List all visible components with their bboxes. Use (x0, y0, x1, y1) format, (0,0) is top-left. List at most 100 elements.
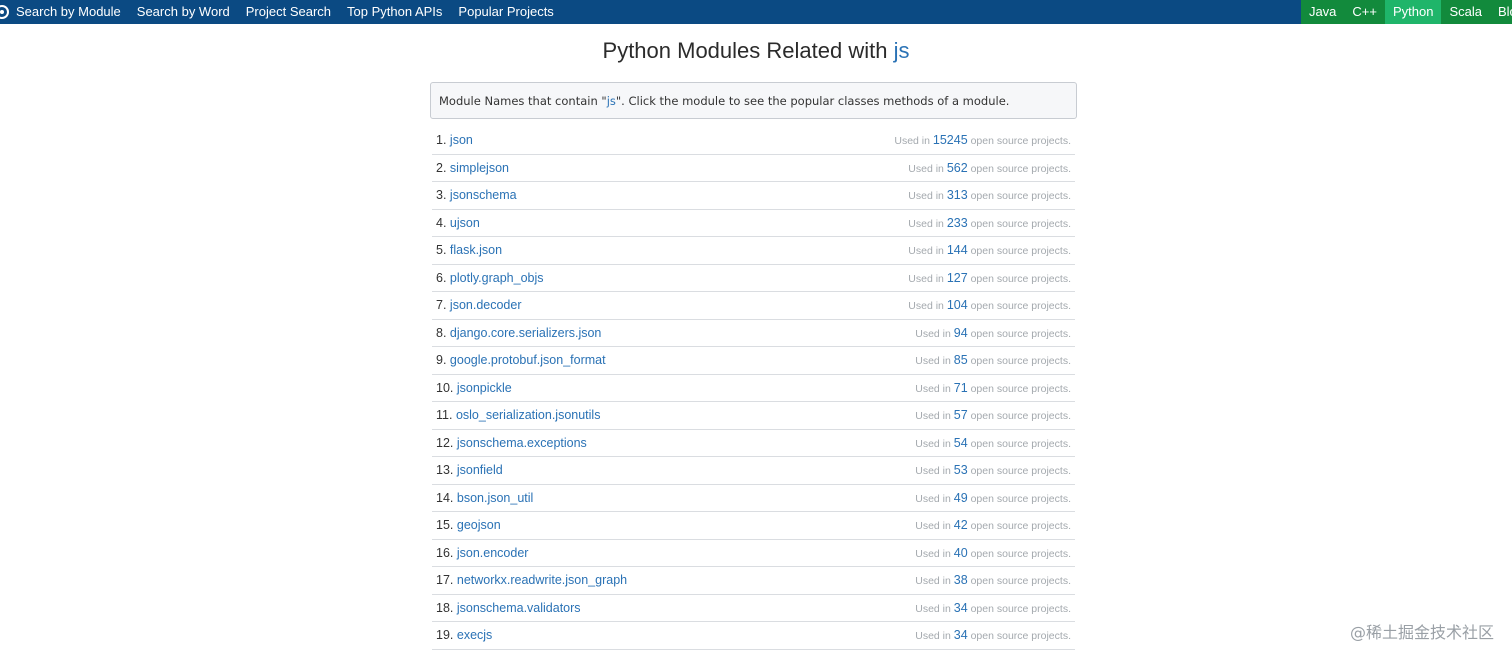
module-row: 4. ujson Used in 233 open source projects… (432, 210, 1075, 237)
usage-prefix: Used in (908, 162, 944, 175)
usage-suffix: open source projects. (970, 190, 1071, 203)
module-rank: 18. (436, 600, 454, 615)
usage-count-link[interactable]: 49 (954, 491, 968, 505)
module-link[interactable]: jsonfield (457, 463, 503, 477)
module-link[interactable]: oslo_serialization.jsonutils (456, 408, 601, 422)
usage-info: Used in 233 open source projects. (908, 216, 1071, 230)
nav-left: Search by Module Search by Word Project … (0, 0, 564, 24)
usage-count-link[interactable]: 57 (954, 408, 968, 422)
module-rank: 9. (436, 353, 447, 368)
usage-count-link[interactable]: 85 (954, 353, 968, 367)
module-row: 13. jsonfield Used in 53 open source proj… (432, 457, 1075, 485)
usage-count-link[interactable]: 144 (947, 243, 968, 257)
usage-info: Used in 313 open source projects. (908, 188, 1071, 202)
module-row: 14. bson.json_util Used in 49 open source… (432, 485, 1075, 512)
usage-info: Used in 42 open source projects. (915, 518, 1071, 532)
module-row-left: 19. execjs (436, 628, 492, 642)
gear-logo-icon[interactable] (0, 0, 10, 24)
usage-info: Used in 34 open source projects. (915, 601, 1071, 615)
usage-suffix: open source projects. (970, 300, 1071, 313)
module-row: 17. networkx.readwrite.json_graph Used in… (432, 567, 1075, 595)
nav-top-python-apis[interactable]: Top Python APIs (347, 0, 442, 24)
usage-prefix: Used in (915, 327, 951, 340)
lang-tab-cpp[interactable]: C++ (1344, 0, 1385, 24)
usage-info: Used in 71 open source projects. (915, 381, 1071, 395)
usage-prefix: Used in (908, 272, 944, 285)
usage-count-link[interactable]: 313 (947, 188, 968, 202)
usage-count-link[interactable]: 233 (947, 216, 968, 230)
nav-search-by-module[interactable]: Search by Module (16, 0, 121, 24)
module-link[interactable]: json.decoder (450, 298, 522, 312)
watermark: @稀土掘金技术社区 (1349, 623, 1494, 642)
module-link[interactable]: execjs (457, 628, 492, 642)
module-link[interactable]: json (450, 133, 473, 147)
module-row: 10. jsonpickle Used in 71 open source pro… (432, 375, 1075, 402)
lang-tab-scala[interactable]: Scala (1441, 0, 1490, 24)
module-link[interactable]: flask.json (450, 243, 502, 257)
lang-tab-blog[interactable]: Blog (1490, 0, 1512, 24)
usage-prefix: Used in (908, 190, 944, 203)
usage-count-link[interactable]: 34 (954, 601, 968, 615)
usage-count-link[interactable]: 53 (954, 463, 968, 477)
module-link[interactable]: jsonschema.validators (457, 601, 581, 615)
usage-prefix: Used in (908, 245, 944, 258)
module-row-left: 8. django.core.serializers.json (436, 326, 601, 340)
module-link[interactable]: django.core.serializers.json (450, 326, 601, 340)
info-box: Module Names that contain "js". Click th… (430, 82, 1077, 119)
module-row-left: 5. flask.json (436, 243, 502, 257)
module-rank: 7. (436, 298, 447, 313)
module-row: 8. django.core.serializers.json Used in 9… (432, 320, 1075, 347)
lang-tab-python[interactable]: Python (1384, 0, 1442, 24)
module-link[interactable]: jsonschema.exceptions (457, 436, 587, 450)
module-row-left: 7. json.decoder (436, 298, 522, 312)
usage-suffix: open source projects. (970, 575, 1071, 588)
module-row-left: 6. plotly.graph_objs (436, 271, 544, 285)
module-row-left: 3. jsonschema (436, 188, 517, 202)
module-row-left: 14. bson.json_util (436, 491, 533, 505)
usage-prefix: Used in (915, 437, 951, 450)
module-row-left: 17. networkx.readwrite.json_graph (436, 573, 627, 587)
usage-suffix: open source projects. (970, 630, 1071, 643)
usage-count-link[interactable]: 34 (954, 628, 968, 642)
module-row: 16. json.encoder Used in 40 open source p… (432, 540, 1075, 567)
usage-count-link[interactable]: 15245 (933, 133, 968, 147)
module-row: 9. google.protobuf.json_format Used in 85… (432, 347, 1075, 375)
lang-tab-java[interactable]: Java (1300, 0, 1345, 24)
usage-info: Used in 144 open source projects. (908, 243, 1071, 257)
usage-count-link[interactable]: 42 (954, 518, 968, 532)
usage-suffix: open source projects. (970, 547, 1071, 560)
module-link[interactable]: json.encoder (457, 546, 529, 560)
usage-suffix: open source projects. (970, 135, 1071, 148)
usage-count-link[interactable]: 38 (954, 573, 968, 587)
usage-count-link[interactable]: 71 (954, 381, 968, 395)
usage-info: Used in 562 open source projects. (908, 161, 1071, 175)
module-row: 18. jsonschema.validators Used in 34 open… (432, 595, 1075, 622)
usage-info: Used in 104 open source projects. (908, 298, 1071, 312)
usage-count-link[interactable]: 104 (947, 298, 968, 312)
module-link[interactable]: simplejson (450, 161, 509, 175)
module-link[interactable]: google.protobuf.json_format (450, 353, 606, 367)
usage-count-link[interactable]: 127 (947, 271, 968, 285)
module-link[interactable]: ujson (450, 216, 480, 230)
usage-count-link[interactable]: 54 (954, 436, 968, 450)
module-link[interactable]: plotly.graph_objs (450, 271, 544, 285)
usage-count-link[interactable]: 562 (947, 161, 968, 175)
usage-prefix: Used in (915, 547, 951, 560)
nav-popular-projects[interactable]: Popular Projects (458, 0, 553, 24)
module-link[interactable]: networkx.readwrite.json_graph (457, 573, 627, 587)
module-rank: 10. (436, 380, 454, 395)
module-row: 6. plotly.graph_objs Used in 127 open sou… (432, 265, 1075, 292)
usage-suffix: open source projects. (970, 382, 1071, 395)
usage-count-link[interactable]: 40 (954, 546, 968, 560)
module-link[interactable]: jsonpickle (457, 381, 512, 395)
module-link[interactable]: geojson (457, 518, 501, 532)
usage-prefix: Used in (915, 410, 951, 423)
usage-count-link[interactable]: 94 (954, 326, 968, 340)
module-link[interactable]: jsonschema (450, 188, 517, 202)
nav-project-search[interactable]: Project Search (246, 0, 331, 24)
page-title-keyword: js (893, 38, 910, 63)
module-row-left: 18. jsonschema.validators (436, 601, 581, 615)
nav-search-by-word[interactable]: Search by Word (137, 0, 230, 24)
module-link[interactable]: bson.json_util (457, 491, 533, 505)
usage-suffix: open source projects. (970, 410, 1071, 423)
